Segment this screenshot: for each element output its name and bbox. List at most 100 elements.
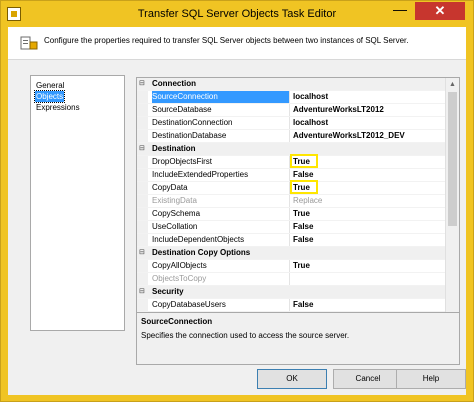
collapse-icon[interactable]: ⊟ [139, 249, 146, 256]
category-row[interactable]: ⊟ Connection [137, 78, 446, 91]
property-name[interactable]: CopyData [152, 182, 290, 194]
row-gutter [137, 299, 148, 311]
row-gutter [137, 273, 148, 285]
property-value[interactable]: Replace [293, 195, 322, 207]
property-value[interactable]: False [293, 299, 313, 311]
property-value-text: AdventureWorksLT2012_DEV [293, 131, 405, 140]
property-value[interactable]: False [293, 234, 313, 246]
help-button[interactable]: Help [396, 369, 466, 389]
scroll-thumb[interactable] [448, 92, 457, 226]
property-row[interactable]: ExistingData Replace [137, 195, 446, 208]
property-row[interactable]: DestinationConnection localhost [137, 117, 446, 130]
header-panel: Configure the properties required to tra… [8, 27, 466, 60]
property-value[interactable]: localhost [293, 91, 328, 103]
row-gutter [137, 234, 148, 246]
ok-button[interactable]: OK [257, 369, 327, 389]
property-name[interactable]: CopyAllObjects [152, 260, 290, 272]
property-name[interactable]: ObjectsToCopy [152, 273, 290, 285]
highlight-box [290, 180, 318, 194]
collapse-icon[interactable]: ⊟ [139, 288, 146, 295]
category-label: Destination [152, 144, 196, 153]
row-gutter [137, 221, 148, 233]
category-label: Security [152, 287, 184, 296]
property-row[interactable]: UseCollation False [137, 221, 446, 234]
navigation-list[interactable]: General Objects Expressions [30, 75, 125, 331]
property-value-text: AdventureWorksLT2012 [293, 105, 384, 114]
property-value[interactable]: False [293, 221, 313, 233]
property-value[interactable]: True [290, 180, 318, 194]
close-button[interactable]: ✕ [415, 2, 465, 20]
property-value-text: False [293, 235, 314, 244]
header-description: Configure the properties required to tra… [44, 36, 409, 45]
property-name[interactable]: IncludeDependentObjects [152, 234, 290, 246]
property-name[interactable]: IncludeExtendedProperties [152, 169, 290, 181]
description-text: Specifies the connection used to access … [141, 331, 350, 340]
property-name[interactable]: UseCollation [152, 221, 290, 233]
property-row[interactable]: CopySchema True [137, 208, 446, 221]
property-value-text: Replace [293, 196, 323, 205]
property-value-text: localhost [293, 92, 329, 101]
property-value[interactable]: AdventureWorksLT2012_DEV [293, 130, 405, 142]
property-value-text: False [293, 170, 314, 179]
property-name[interactable]: DropObjectsFirst [152, 156, 290, 168]
property-row[interactable]: CopyAllObjects True [137, 260, 446, 273]
property-value[interactable]: True [290, 154, 318, 168]
property-value-text: False [293, 300, 314, 309]
property-name[interactable]: DestinationDatabase [152, 130, 290, 142]
category-row[interactable]: ⊟ Destination Copy Options [137, 247, 446, 260]
category-label: Connection [152, 79, 196, 88]
property-grid[interactable]: ⊟ Connection SourceConnection localhost Sour… [136, 77, 460, 332]
row-gutter [137, 91, 148, 103]
description-title: SourceConnection [141, 317, 213, 326]
property-name[interactable]: ExistingData [152, 195, 290, 207]
row-gutter [137, 260, 148, 272]
property-value-text: True [293, 209, 310, 218]
property-row[interactable]: CopyDatabaseUsers False [137, 299, 446, 312]
row-gutter [137, 156, 148, 168]
property-value-text: True [293, 261, 310, 270]
category-label: Destination Copy Options [152, 248, 251, 257]
row-gutter [137, 169, 148, 181]
nav-item-objects[interactable]: Objects [33, 90, 66, 103]
property-name[interactable]: SourceDatabase [152, 104, 290, 116]
scroll-up-icon[interactable]: ▲ [448, 80, 457, 89]
transfer-objects-icon [20, 36, 38, 50]
property-value[interactable]: True [293, 208, 310, 220]
nav-item-expressions[interactable]: Expressions [35, 102, 81, 113]
property-name[interactable]: CopyDatabaseUsers [152, 299, 290, 311]
property-row[interactable]: ObjectsToCopy [137, 273, 446, 286]
property-row[interactable]: SourceDatabase AdventureWorksLT2012 [137, 104, 446, 117]
property-row[interactable]: DropObjectsFirst True [137, 154, 446, 169]
property-value[interactable]: True [293, 260, 310, 272]
property-value[interactable]: AdventureWorksLT2012 [293, 104, 384, 116]
property-name[interactable]: CopySchema [152, 208, 290, 220]
property-value[interactable]: localhost [293, 117, 328, 129]
collapse-icon[interactable]: ⊟ [139, 145, 146, 152]
row-gutter [137, 208, 148, 220]
minimize-button[interactable]: — [387, 2, 413, 20]
dialog-window: Transfer SQL Server Objects Task Editor … [0, 0, 474, 402]
vertical-scrollbar[interactable]: ▲ ▼ [445, 78, 459, 331]
nav-item-general[interactable]: General [35, 80, 65, 91]
cancel-button[interactable]: Cancel [333, 369, 403, 389]
row-gutter [137, 182, 148, 194]
highlight-box [290, 154, 318, 168]
dialog-client-area: Configure the properties required to tra… [8, 27, 466, 395]
row-gutter [137, 117, 148, 129]
property-name[interactable]: DestinationConnection [152, 117, 290, 129]
property-row[interactable]: CopyData True [137, 180, 446, 195]
category-row[interactable]: ⊟ Security [137, 286, 446, 299]
row-gutter [137, 130, 148, 142]
property-value-text: False [293, 222, 314, 231]
property-name[interactable]: SourceConnection [152, 91, 290, 103]
property-row[interactable]: DestinationDatabase AdventureWorksLT2012_… [137, 130, 446, 143]
collapse-icon[interactable]: ⊟ [139, 80, 146, 87]
title-bar[interactable]: Transfer SQL Server Objects Task Editor … [1, 1, 473, 27]
property-rows: ⊟ Connection SourceConnection localhost Sour… [137, 78, 446, 325]
description-panel: SourceConnection Specifies the connectio… [136, 312, 460, 365]
property-value-text: localhost [293, 118, 329, 127]
row-gutter [137, 104, 148, 116]
row-gutter [137, 195, 148, 207]
property-row[interactable]: SourceConnection localhost [137, 91, 446, 104]
property-row[interactable]: IncludeDependentObjects False [137, 234, 446, 247]
